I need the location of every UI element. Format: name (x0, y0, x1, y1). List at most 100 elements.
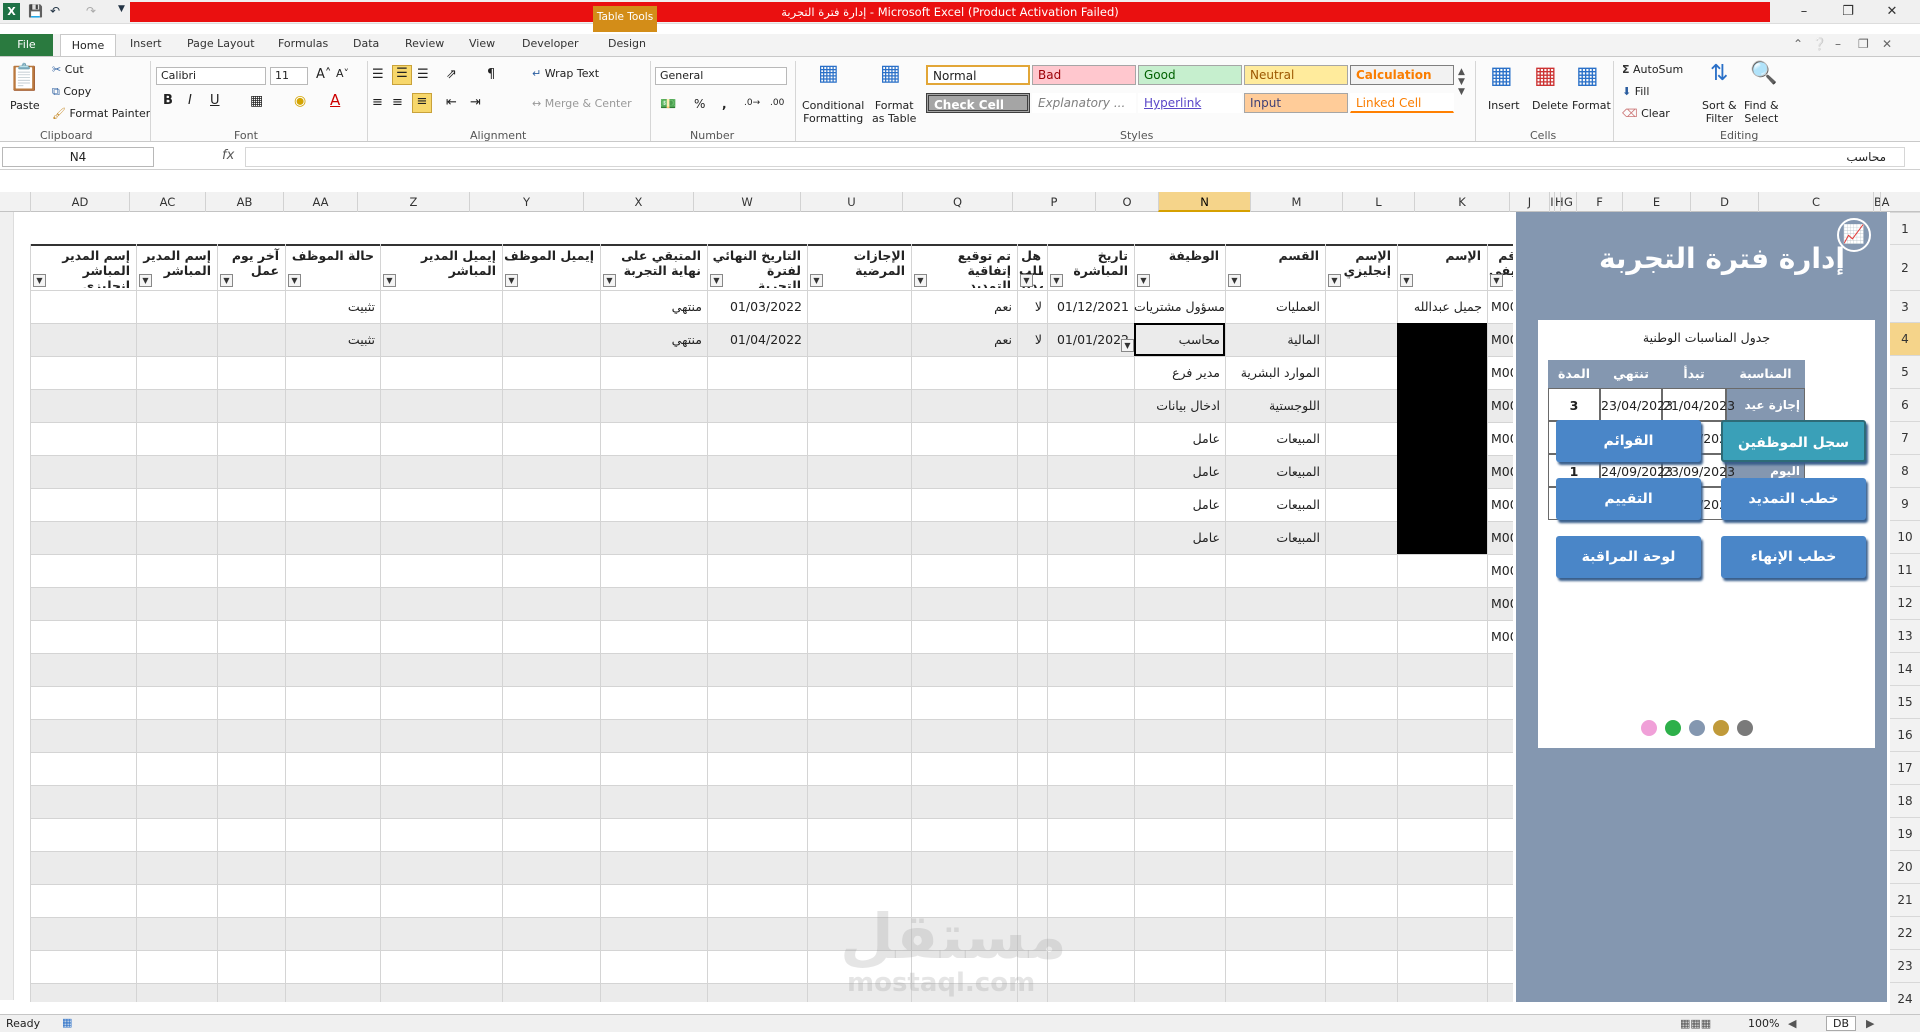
table-row[interactable]: M0004 اللوجستيةادخال بيانات (30, 389, 1513, 422)
cell-dept[interactable] (1225, 554, 1325, 587)
style-input[interactable]: Input (1244, 93, 1348, 113)
decrease-indent-icon[interactable]: ⇤ (446, 95, 457, 110)
worksheet-grid[interactable]: الرقمالوظيفي▼الإسم▼الإسمإنجليزي▼القسم▼ال… (30, 212, 1513, 1002)
tab-formulas[interactable]: Formulas (278, 37, 328, 50)
table-row[interactable]: M0010 (30, 587, 1513, 620)
tab-developer[interactable]: Developer (522, 37, 579, 50)
theme-dot-icon[interactable] (1665, 720, 1681, 736)
theme-dot-icon[interactable] (1689, 720, 1705, 736)
font-color-icon[interactable]: A (330, 91, 340, 109)
cell-end[interactable] (707, 521, 807, 554)
cell-name[interactable] (1397, 620, 1487, 653)
cell-name[interactable] (1397, 389, 1487, 422)
table-row[interactable]: M0008 المبيعاتعامل (30, 521, 1513, 554)
cell-remaining[interactable] (600, 521, 707, 554)
cell-ext[interactable] (1017, 422, 1047, 455)
save-icon[interactable]: 💾 (28, 4, 43, 18)
cell-end[interactable] (707, 389, 807, 422)
filter-dropdown-icon[interactable]: ▼ (1490, 274, 1503, 287)
column-header-n[interactable]: N (1158, 192, 1250, 212)
cell-remaining[interactable] (600, 620, 707, 653)
cell-ext[interactable] (1017, 554, 1047, 587)
row-header-4[interactable]: 4 (1890, 322, 1920, 355)
cell-name[interactable] (1397, 455, 1487, 488)
cell-job[interactable]: عامل (1134, 455, 1225, 488)
column-header-ac[interactable]: AC (129, 192, 205, 212)
percent-button[interactable]: % (694, 97, 705, 111)
cell-status[interactable] (285, 488, 380, 521)
cell-end[interactable] (707, 554, 807, 587)
format-cells-button[interactable]: Format (1572, 99, 1611, 112)
cell-remaining[interactable] (600, 389, 707, 422)
tab-review[interactable]: Review (405, 37, 444, 50)
tab-page-layout[interactable]: Page Layout (187, 37, 255, 50)
help-icon[interactable]: ❔ (1812, 37, 1827, 51)
fx-icon[interactable]: fx (222, 148, 234, 163)
filter-dropdown-icon[interactable]: ▼ (603, 274, 616, 287)
paste-button[interactable]: Paste (10, 99, 40, 112)
row-header-7[interactable]: 7 (1890, 421, 1920, 454)
cell-id[interactable]: M0004 (1487, 389, 1513, 422)
cell-remaining[interactable] (600, 422, 707, 455)
nav-button-lists[interactable]: القوائم (1556, 420, 1701, 462)
row-header-1[interactable]: 1 (1890, 212, 1920, 244)
cell-status[interactable] (285, 620, 380, 653)
column-header-z[interactable]: Z (357, 192, 469, 212)
column-header-a[interactable]: A (1880, 192, 1890, 212)
tab-data[interactable]: Data (353, 37, 379, 50)
find-select-button[interactable]: Find & Select (1744, 99, 1779, 125)
style-calculation[interactable]: Calculation (1350, 65, 1454, 85)
align-center-icon[interactable]: ≡ (392, 95, 403, 110)
row-header-15[interactable]: 15 (1890, 685, 1920, 718)
row-header-23[interactable]: 23 (1890, 949, 1920, 982)
insert-cells-button[interactable]: Insert (1488, 99, 1520, 112)
row-header-13[interactable]: 13 (1890, 619, 1920, 652)
format-as-table-button[interactable]: Format as Table (872, 99, 916, 125)
row-header-10[interactable]: 10 (1890, 520, 1920, 553)
column-header-o[interactable]: O (1095, 192, 1158, 212)
cell-id[interactable]: M0003 (1487, 356, 1513, 389)
column-header-j[interactable]: J (1509, 192, 1549, 212)
cell-signed[interactable] (911, 389, 1017, 422)
redo-icon[interactable]: ↷ (86, 4, 96, 18)
cell-signed[interactable] (911, 521, 1017, 554)
sheet-tab-db[interactable]: DB (1826, 1016, 1857, 1031)
fill-button[interactable]: ⬇ Fill (1622, 85, 1649, 98)
rtl-icon[interactable]: ¶ (487, 67, 495, 82)
increase-decimal-button[interactable]: .0→ (744, 98, 760, 108)
cell-remaining[interactable] (600, 455, 707, 488)
cell-signed[interactable] (911, 554, 1017, 587)
cell-start[interactable] (1047, 587, 1134, 620)
column-header-l[interactable]: L (1342, 192, 1414, 212)
autosum-button[interactable]: Σ AutoSum (1622, 63, 1683, 76)
column-header-aa[interactable]: AA (283, 192, 357, 212)
increase-indent-icon[interactable]: ⇥ (470, 95, 481, 110)
cell-job[interactable]: مسؤول مشتريات (1134, 290, 1225, 323)
cell-ext[interactable] (1017, 455, 1047, 488)
number-format-dropdown[interactable]: General (655, 67, 787, 85)
align-middle-icon[interactable]: ☰ (392, 65, 412, 85)
filter-dropdown-icon[interactable]: ▼ (810, 274, 823, 287)
filter-dropdown-icon[interactable]: ▼ (1328, 274, 1341, 287)
column-header-u[interactable]: U (800, 192, 902, 212)
minimize-button[interactable]: – (1782, 3, 1826, 21)
cell-ext[interactable]: لا (1017, 323, 1047, 356)
clear-button[interactable]: ⌫ Clear (1622, 107, 1670, 120)
cell-ext[interactable] (1017, 587, 1047, 620)
row-header-6[interactable]: 6 (1890, 388, 1920, 421)
maximize-button[interactable]: ❐ (1826, 3, 1870, 21)
tab-insert[interactable]: Insert (130, 37, 162, 50)
cell-remaining[interactable] (600, 587, 707, 620)
cell-name[interactable] (1397, 323, 1487, 356)
cell-id[interactable]: M0005 (1487, 422, 1513, 455)
window-close-icon[interactable]: ✕ (1882, 37, 1892, 51)
decrease-decimal-button[interactable]: .00 (770, 98, 784, 108)
cell-id[interactable]: M0007 (1487, 488, 1513, 521)
cell-id[interactable]: M0008 (1487, 521, 1513, 554)
close-button[interactable]: ✕ (1870, 3, 1914, 21)
row-header-14[interactable]: 14 (1890, 652, 1920, 685)
cell-remaining[interactable] (600, 554, 707, 587)
currency-icon[interactable]: 💵 (660, 97, 676, 112)
nav-button-extension[interactable]: خطب التمديد (1721, 478, 1866, 520)
cell-end[interactable]: 01/04/2022 (707, 323, 807, 356)
